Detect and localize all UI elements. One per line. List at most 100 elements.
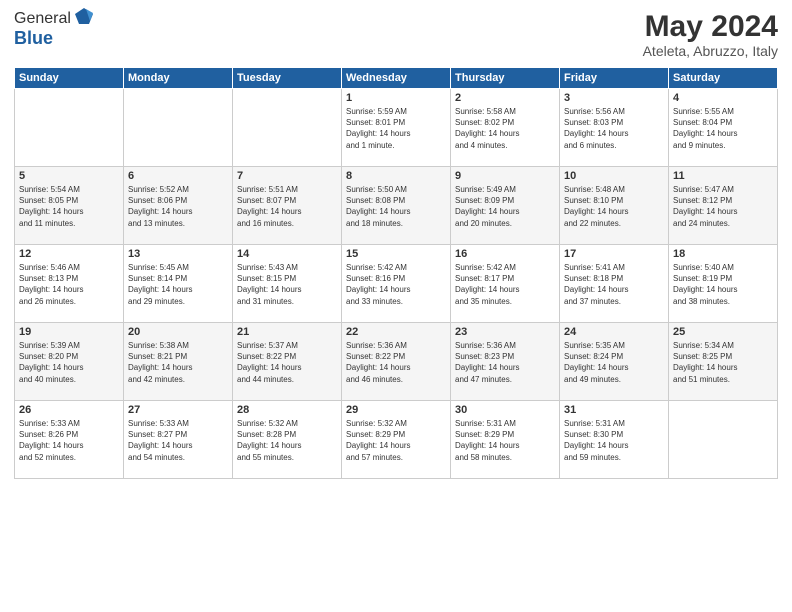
calendar-week-2: 5 Sunrise: 5:54 AM Sunset: 8:05 PM Daylig…: [15, 167, 778, 245]
calendar-cell-w4-d6: 24 Sunrise: 5:35 AM Sunset: 8:24 PM Dayli…: [560, 323, 669, 401]
day-number-14: 14: [237, 248, 337, 260]
day-number-17: 17: [564, 248, 664, 260]
calendar-title: May 2024: [643, 10, 778, 43]
day-number-6: 6: [128, 170, 228, 182]
logo-general-text: General: [14, 10, 71, 28]
calendar-cell-w4-d4: 22Sunrise: 5:36 AM Sunset: 8:22 PM Dayli…: [342, 323, 451, 401]
day-number-29: 29: [346, 404, 446, 416]
calendar-cell-w2-d7: 11 Sunrise: 5:47 AM Sunset: 8:12 PM Dayli…: [669, 167, 778, 245]
calendar-cell-w5-d3: 28 Sunrise: 5:32 AM Sunset: 8:28 PM Dayli…: [233, 401, 342, 479]
day-info-31: Sunrise: 5:31 AM Sunset: 8:30 PM Dayligh…: [564, 418, 664, 463]
day-number-1: 1: [346, 92, 446, 104]
calendar-cell-w5-d7: [669, 401, 778, 479]
day-info-24: Sunrise: 5:35 AM Sunset: 8:24 PM Dayligh…: [564, 340, 664, 385]
calendar-cell-w2-d2: 6 Sunrise: 5:52 AM Sunset: 8:06 PM Daylig…: [124, 167, 233, 245]
day-info-29: Sunrise: 5:32 AM Sunset: 8:29 PM Dayligh…: [346, 418, 446, 463]
header-monday: Monday: [124, 68, 233, 89]
calendar-week-3: 12 Sunrise: 5:46 AM Sunset: 8:13 PM Dayli…: [15, 245, 778, 323]
calendar-cell-w2-d1: 5 Sunrise: 5:54 AM Sunset: 8:05 PM Daylig…: [15, 167, 124, 245]
calendar-cell-w4-d5: 23Sunrise: 5:36 AM Sunset: 8:23 PM Dayli…: [451, 323, 560, 401]
calendar-cell-w2-d5: 9 Sunrise: 5:49 AM Sunset: 8:09 PM Daylig…: [451, 167, 560, 245]
logo-flag-icon: [73, 6, 95, 28]
day-info-7: Sunrise: 5:51 AM Sunset: 8:07 PM Dayligh…: [237, 184, 337, 229]
day-info-30: Sunrise: 5:31 AM Sunset: 8:29 PM Dayligh…: [455, 418, 555, 463]
day-number-18: 18: [673, 248, 773, 260]
day-number-8: 8: [346, 170, 446, 182]
day-info-3: Sunrise: 5:56 AM Sunset: 8:03 PM Dayligh…: [564, 106, 664, 151]
calendar-subtitle: Ateleta, Abruzzo, Italy: [643, 43, 778, 59]
day-number-21: 21: [237, 326, 337, 338]
calendar-cell-w3-d1: 12 Sunrise: 5:46 AM Sunset: 8:13 PM Dayli…: [15, 245, 124, 323]
day-info-26: Sunrise: 5:33 AM Sunset: 8:26 PM Dayligh…: [19, 418, 119, 463]
calendar-cell-w1-d6: 3Sunrise: 5:56 AM Sunset: 8:03 PM Daylig…: [560, 89, 669, 167]
calendar-cell-w1-d1: [15, 89, 124, 167]
calendar-cell-w1-d4: 1 Sunrise: 5:59 AM Sunset: 8:01 PM Daylig…: [342, 89, 451, 167]
day-info-8: Sunrise: 5:50 AM Sunset: 8:08 PM Dayligh…: [346, 184, 446, 229]
day-number-13: 13: [128, 248, 228, 260]
day-number-24: 24: [564, 326, 664, 338]
day-number-11: 11: [673, 170, 773, 182]
header: General Blue May 2024 Ateleta, Abruzzo, …: [14, 10, 778, 59]
day-number-4: 4: [673, 92, 773, 104]
day-info-1: Sunrise: 5:59 AM Sunset: 8:01 PM Dayligh…: [346, 106, 446, 151]
calendar-cell-w5-d4: 29 Sunrise: 5:32 AM Sunset: 8:29 PM Dayli…: [342, 401, 451, 479]
day-info-12: Sunrise: 5:46 AM Sunset: 8:13 PM Dayligh…: [19, 262, 119, 307]
day-number-10: 10: [564, 170, 664, 182]
calendar-cell-w2-d4: 8 Sunrise: 5:50 AM Sunset: 8:08 PM Daylig…: [342, 167, 451, 245]
calendar-cell-w2-d6: 10 Sunrise: 5:48 AM Sunset: 8:10 PM Dayli…: [560, 167, 669, 245]
day-info-18: Sunrise: 5:40 AM Sunset: 8:19 PM Dayligh…: [673, 262, 773, 307]
header-saturday: Saturday: [669, 68, 778, 89]
day-info-13: Sunrise: 5:45 AM Sunset: 8:14 PM Dayligh…: [128, 262, 228, 307]
day-info-5: Sunrise: 5:54 AM Sunset: 8:05 PM Dayligh…: [19, 184, 119, 229]
day-number-27: 27: [128, 404, 228, 416]
header-friday: Friday: [560, 68, 669, 89]
day-number-9: 9: [455, 170, 555, 182]
day-info-4: Sunrise: 5:55 AM Sunset: 8:04 PM Dayligh…: [673, 106, 773, 151]
day-number-25: 25: [673, 326, 773, 338]
calendar-cell-w1-d2: [124, 89, 233, 167]
day-info-14: Sunrise: 5:43 AM Sunset: 8:15 PM Dayligh…: [237, 262, 337, 307]
day-info-6: Sunrise: 5:52 AM Sunset: 8:06 PM Dayligh…: [128, 184, 228, 229]
day-info-11: Sunrise: 5:47 AM Sunset: 8:12 PM Dayligh…: [673, 184, 773, 229]
day-number-20: 20: [128, 326, 228, 338]
calendar-cell-w4-d2: 20 Sunrise: 5:38 AM Sunset: 8:21 PM Dayli…: [124, 323, 233, 401]
calendar-week-4: 19 Sunrise: 5:39 AM Sunset: 8:20 PM Dayli…: [15, 323, 778, 401]
calendar-cell-w3-d6: 17Sunrise: 5:41 AM Sunset: 8:18 PM Dayli…: [560, 245, 669, 323]
day-number-19: 19: [19, 326, 119, 338]
day-number-15: 15: [346, 248, 446, 260]
calendar-cell-w4-d1: 19 Sunrise: 5:39 AM Sunset: 8:20 PM Dayli…: [15, 323, 124, 401]
calendar-cell-w5-d6: 31 Sunrise: 5:31 AM Sunset: 8:30 PM Dayli…: [560, 401, 669, 479]
calendar-cell-w5-d1: 26Sunrise: 5:33 AM Sunset: 8:26 PM Dayli…: [15, 401, 124, 479]
calendar-cell-w5-d5: 30 Sunrise: 5:31 AM Sunset: 8:29 PM Dayli…: [451, 401, 560, 479]
calendar-week-5: 26Sunrise: 5:33 AM Sunset: 8:26 PM Dayli…: [15, 401, 778, 479]
day-info-25: Sunrise: 5:34 AM Sunset: 8:25 PM Dayligh…: [673, 340, 773, 385]
page: General Blue May 2024 Ateleta, Abruzzo, …: [0, 0, 792, 612]
header-wednesday: Wednesday: [342, 68, 451, 89]
header-sunday: Sunday: [15, 68, 124, 89]
day-info-27: Sunrise: 5:33 AM Sunset: 8:27 PM Dayligh…: [128, 418, 228, 463]
day-number-2: 2: [455, 92, 555, 104]
day-info-19: Sunrise: 5:39 AM Sunset: 8:20 PM Dayligh…: [19, 340, 119, 385]
calendar-cell-w3-d4: 15 Sunrise: 5:42 AM Sunset: 8:16 PM Dayli…: [342, 245, 451, 323]
day-number-22: 22: [346, 326, 446, 338]
header-tuesday: Tuesday: [233, 68, 342, 89]
day-info-28: Sunrise: 5:32 AM Sunset: 8:28 PM Dayligh…: [237, 418, 337, 463]
day-info-9: Sunrise: 5:49 AM Sunset: 8:09 PM Dayligh…: [455, 184, 555, 229]
day-info-21: Sunrise: 5:37 AM Sunset: 8:22 PM Dayligh…: [237, 340, 337, 385]
day-info-20: Sunrise: 5:38 AM Sunset: 8:21 PM Dayligh…: [128, 340, 228, 385]
calendar-cell-w3-d3: 14 Sunrise: 5:43 AM Sunset: 8:15 PM Dayli…: [233, 245, 342, 323]
day-number-12: 12: [19, 248, 119, 260]
logo-blue-text: Blue: [14, 28, 53, 48]
day-number-31: 31: [564, 404, 664, 416]
day-info-10: Sunrise: 5:48 AM Sunset: 8:10 PM Dayligh…: [564, 184, 664, 229]
day-number-5: 5: [19, 170, 119, 182]
calendar-cell-w3-d2: 13 Sunrise: 5:45 AM Sunset: 8:14 PM Dayli…: [124, 245, 233, 323]
logo: General Blue: [14, 10, 95, 49]
day-number-16: 16: [455, 248, 555, 260]
calendar-cell-w1-d5: 2Sunrise: 5:58 AM Sunset: 8:02 PM Daylig…: [451, 89, 560, 167]
calendar-cell-w3-d5: 16Sunrise: 5:42 AM Sunset: 8:17 PM Dayli…: [451, 245, 560, 323]
day-number-30: 30: [455, 404, 555, 416]
day-number-28: 28: [237, 404, 337, 416]
header-thursday: Thursday: [451, 68, 560, 89]
day-info-15: Sunrise: 5:42 AM Sunset: 8:16 PM Dayligh…: [346, 262, 446, 307]
